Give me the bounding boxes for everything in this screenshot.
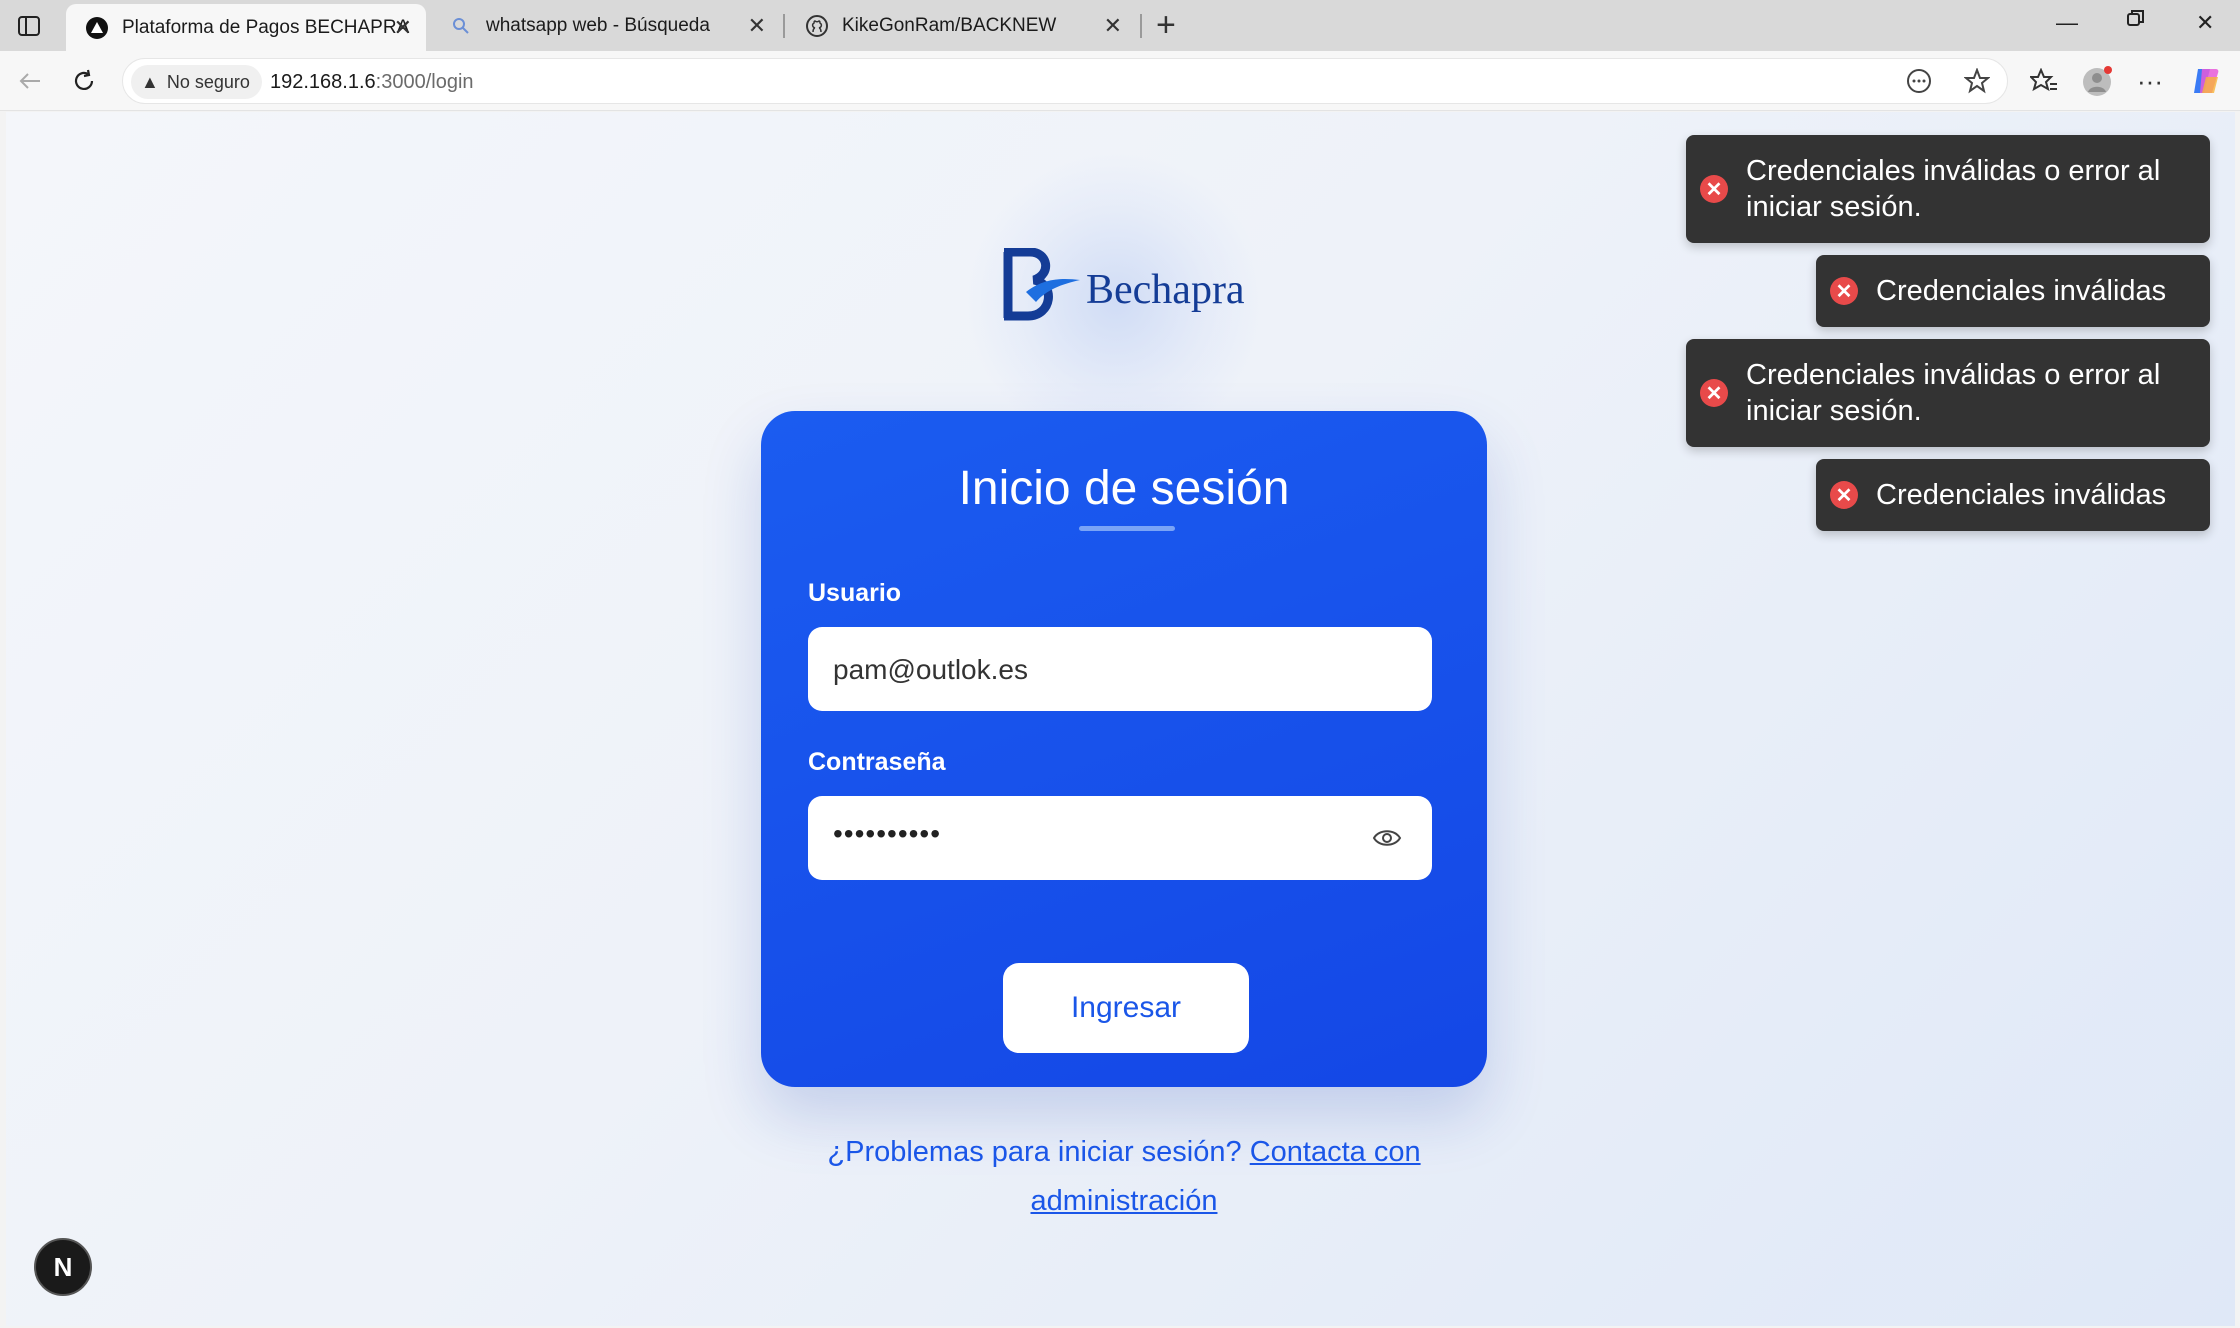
url-host: 192.168.1.6	[270, 71, 376, 93]
github-icon	[806, 14, 828, 37]
toast-message: Credenciales inválidas o error al inicia…	[1746, 153, 2160, 225]
close-icon[interactable]: ✕	[748, 13, 766, 39]
tab-separator	[783, 14, 785, 38]
error-x-icon: ✕	[1830, 481, 1858, 509]
tab-bar: Plataforma de Pagos BECHAPRA ✕ whatsapp …	[0, 0, 2240, 51]
tab-separator	[1140, 14, 1142, 38]
error-x-icon: ✕	[1700, 379, 1728, 407]
error-toast[interactable]: ✕ Credenciales inválidas o error al inic…	[1686, 339, 2210, 447]
contact-admin-link-part1[interactable]: Contacta con	[1250, 1136, 1421, 1168]
tab-label: KikeGonRam/BACKNEW	[842, 14, 1057, 36]
favorites-icon[interactable]	[2028, 65, 2060, 97]
url-path: :3000/login	[375, 71, 474, 93]
window-close-icon[interactable]: ✕	[2196, 10, 2214, 36]
toast-message: Credenciales inválidas o error al inicia…	[1746, 357, 2160, 429]
tab-label: Plataforma de Pagos BECHAPRA	[122, 16, 410, 38]
security-indicator[interactable]: ▲ No seguro	[131, 65, 262, 99]
login-card: Inicio de sesión Usuario pam@outlok.es C…	[761, 411, 1487, 1087]
username-field[interactable]: pam@outlok.es	[808, 627, 1432, 711]
error-x-icon: ✕	[1700, 175, 1728, 203]
toast-line2: iniciar sesión.	[1746, 191, 1922, 223]
copilot-icon[interactable]	[2190, 65, 2222, 97]
login-submit-button[interactable]: Ingresar	[1003, 963, 1249, 1053]
security-label: No seguro	[166, 71, 250, 92]
minimize-icon[interactable]: —	[2056, 10, 2078, 36]
vercel-icon	[86, 16, 108, 39]
tab-github[interactable]: KikeGonRam/BACKNEW ✕	[786, 0, 1136, 51]
toast-line1: Credenciales inválidas o error al	[1746, 359, 2161, 391]
show-password-eye-icon[interactable]	[1372, 824, 1402, 852]
username-label: Usuario	[808, 579, 902, 607]
tab-label: whatsapp web - Búsqueda	[486, 14, 710, 36]
help-text: ¿Problemas para iniciar sesión? Contacta…	[761, 1128, 1487, 1226]
url-text: 192.168.1.6:3000/login	[270, 71, 474, 94]
toast-line1: Credenciales inválidas o error al	[1746, 155, 2161, 187]
close-icon[interactable]: ✕	[1104, 13, 1122, 39]
username-value: pam@outlok.es	[833, 654, 1028, 685]
sidebar-toggle-icon[interactable]	[14, 11, 44, 41]
error-toast[interactable]: ✕ Credenciales inválidas o error al inic…	[1686, 135, 2210, 243]
back-arrow-icon[interactable]	[14, 65, 46, 97]
close-icon[interactable]: ✕	[394, 15, 412, 41]
password-mask: ••••••••••	[833, 818, 942, 849]
password-label: Contraseña	[808, 748, 946, 776]
logo-text: Bechapra	[1086, 267, 1245, 313]
error-toast[interactable]: ✕ Credenciales inválidas	[1816, 255, 2210, 327]
login-title: Inicio de sesión	[958, 462, 1290, 515]
new-tab-icon[interactable]: +	[1156, 8, 1176, 42]
toast-line2: iniciar sesión.	[1746, 395, 1922, 427]
bechapra-logo-mark	[1003, 248, 1080, 321]
tab-bechapra[interactable]: Plataforma de Pagos BECHAPRA ✕	[66, 4, 426, 51]
favorite-star-icon[interactable]	[1961, 65, 1993, 97]
more-options-icon[interactable]: ···	[2134, 65, 2166, 97]
password-field[interactable]: ••••••••••	[808, 796, 1432, 880]
restore-icon[interactable]	[2126, 8, 2146, 34]
bechapra-logo: Bechapra	[996, 248, 1245, 322]
toast-message: Credenciales inválidas	[1876, 479, 2167, 511]
help-question: ¿Problemas para iniciar sesión?	[827, 1136, 1242, 1168]
error-toast[interactable]: ✕ Credenciales inválidas	[1816, 459, 2210, 531]
reader-mode-icon[interactable]	[1903, 65, 1935, 97]
address-bar: ▲ No seguro 192.168.1.6:3000/login ···	[0, 51, 2240, 111]
title-underline	[1079, 526, 1175, 531]
reload-icon[interactable]	[68, 65, 100, 97]
tab-whatsapp-search[interactable]: whatsapp web - Búsqueda ✕	[430, 0, 780, 51]
search-icon	[450, 15, 472, 37]
nextjs-dev-badge[interactable]: N	[34, 1238, 92, 1296]
warning-icon: ▲	[141, 71, 159, 92]
contact-admin-link-part2[interactable]: administración	[1031, 1185, 1218, 1217]
url-bar[interactable]: ▲ No seguro 192.168.1.6:3000/login	[122, 58, 2008, 104]
profile-avatar-icon[interactable]	[2082, 65, 2114, 97]
error-x-icon: ✕	[1830, 277, 1858, 305]
toast-message: Credenciales inválidas	[1876, 275, 2167, 307]
